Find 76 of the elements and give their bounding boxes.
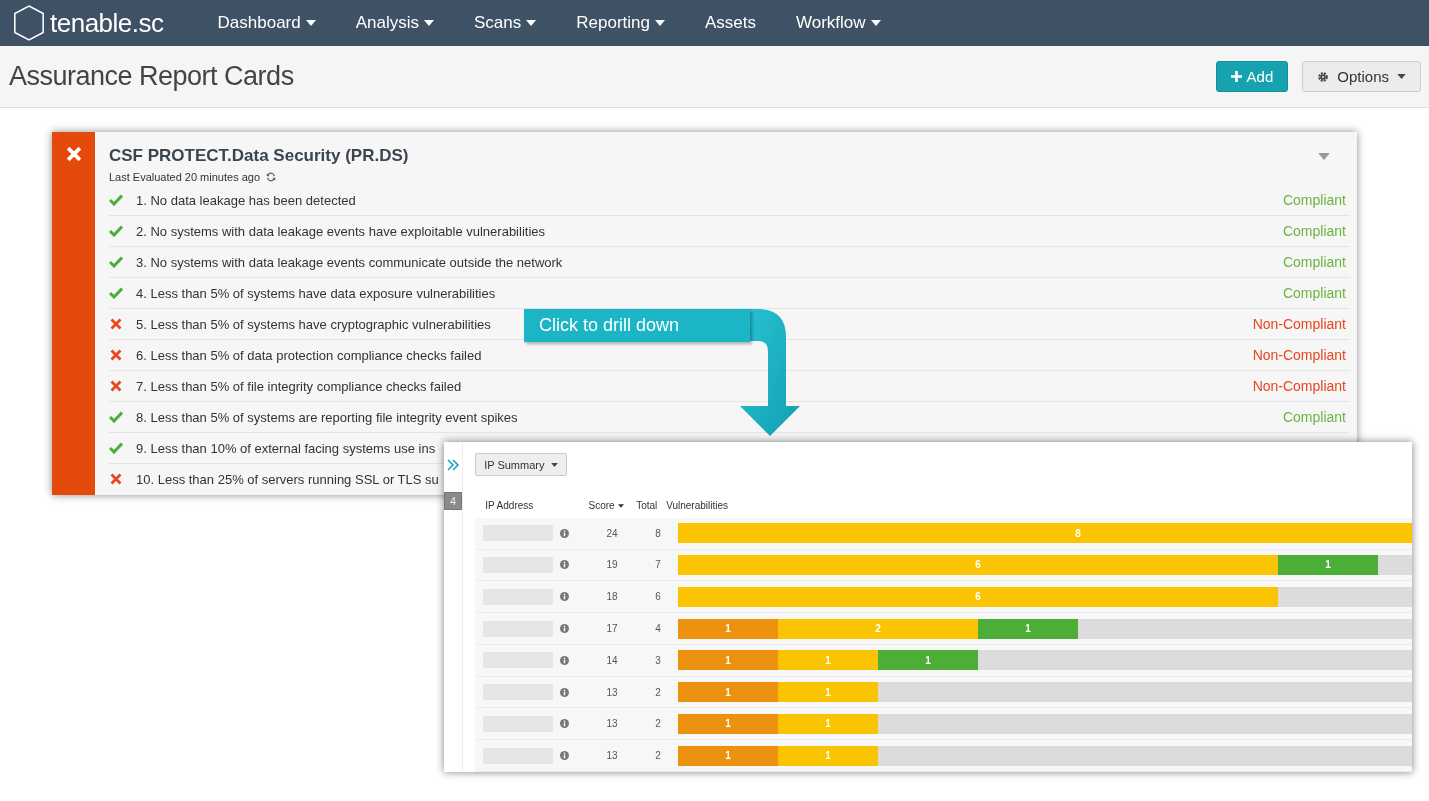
card-title: CSF PROTECT.Data Security (PR.DS) xyxy=(109,146,409,166)
score-cell-text: 13 xyxy=(605,750,619,762)
callout-label: Click to drill down xyxy=(524,309,750,342)
criterion-text[interactable]: 9. Less than 10% of external facing systems use ins xyxy=(136,440,436,456)
column-header[interactable]: Score xyxy=(576,500,637,512)
total-cell-text: 3 xyxy=(654,654,662,666)
compliance-status: Compliant xyxy=(1282,285,1346,301)
double-chevron-icon[interactable] xyxy=(446,458,461,472)
criterion-text[interactable]: 2. No systems with data leakage events have exploitable vulnerabilities xyxy=(136,223,545,239)
total-cell-text: 8 xyxy=(654,527,662,539)
total-cell-text: 2 xyxy=(654,686,662,698)
column-header[interactable]: Total xyxy=(636,500,657,512)
info-icon[interactable] xyxy=(560,592,570,602)
compliance-status: Compliant xyxy=(1282,223,1346,239)
compliance-status: Non-Compliant xyxy=(1252,316,1346,332)
criterion-text[interactable]: 5. Less than 5% of systems have cryptographic vulnerabilities xyxy=(136,316,491,332)
info-icon[interactable] xyxy=(560,751,570,761)
total-cell-text: 6 xyxy=(654,591,662,603)
caret-icon xyxy=(655,20,665,26)
criterion-text[interactable]: 7. Less than 5% of file integrity compliance checks failed xyxy=(136,378,462,394)
info-icon[interactable] xyxy=(560,687,570,697)
caret-icon[interactable] xyxy=(1318,152,1330,160)
caret-icon xyxy=(526,20,537,26)
total-cell-text: 7 xyxy=(654,559,662,571)
page-title: Assurance Report Cards xyxy=(9,61,294,92)
nav-menu-item[interactable]: Analysis xyxy=(335,13,454,33)
compliance-status: Compliant xyxy=(1282,192,1346,208)
info-icon[interactable] xyxy=(560,528,570,538)
compliance-status: Compliant xyxy=(1282,254,1346,270)
criterion-text[interactable]: 4. Less than 5% of systems have data exposure vulnerabilities xyxy=(136,285,496,301)
close-icon xyxy=(66,147,81,161)
total-cell-text: 2 xyxy=(654,750,662,762)
nav-menu-item[interactable]: Reporting xyxy=(556,13,685,33)
caret-icon xyxy=(424,20,434,26)
criterion-text[interactable]: 1. No data leakage has been detected xyxy=(136,192,356,208)
score-cell-text: 19 xyxy=(605,559,619,571)
score-cell-text: 24 xyxy=(605,527,619,539)
refresh-icon[interactable] xyxy=(266,172,277,182)
compliance-status: Non-Compliant xyxy=(1252,378,1346,394)
column-header[interactable]: IP Address xyxy=(475,500,577,512)
curved-arrow-icon xyxy=(740,309,800,436)
caret-icon xyxy=(870,20,881,26)
caret-icon xyxy=(551,462,559,467)
criterion-text[interactable]: 3. No systems with data leakage events communicate outside the network xyxy=(136,254,563,270)
score-cell-text: 13 xyxy=(605,718,619,730)
logo-text[interactable]: tenable.sc xyxy=(50,7,164,39)
compliance-status: Compliant xyxy=(1282,409,1346,425)
total-cell-text: 4 xyxy=(654,623,662,635)
score-cell-text: 14 xyxy=(605,654,619,666)
nav-menu-item[interactable]: Workflow xyxy=(776,13,901,33)
info-icon[interactable] xyxy=(560,624,570,634)
nav-menu-item[interactable]: Scans xyxy=(454,13,557,33)
count-badge: 4 xyxy=(444,492,463,510)
nav-menu-item[interactable]: Assets xyxy=(685,13,776,33)
options-button[interactable]: Options xyxy=(1302,61,1421,92)
tool-dropdown[interactable]: IP Summary xyxy=(475,453,568,477)
info-icon[interactable] xyxy=(560,719,570,729)
hexagon-logo-icon[interactable] xyxy=(12,4,46,42)
score-cell-text: 18 xyxy=(605,591,619,603)
caret-icon xyxy=(305,20,316,26)
info-icon[interactable] xyxy=(560,655,570,665)
compliance-status: Non-Compliant xyxy=(1252,347,1346,363)
total-cell-text: 2 xyxy=(654,718,662,730)
info-icon[interactable] xyxy=(560,560,570,570)
column-header[interactable]: Vulnerabilities xyxy=(656,500,728,512)
score-cell-text: 13 xyxy=(605,686,619,698)
nav-menu-item[interactable]: Dashboard xyxy=(197,13,336,33)
plus-icon xyxy=(1230,71,1242,82)
last-evaluated-text: Last Evaluated 20 minutes ago xyxy=(109,171,261,183)
criterion-text[interactable]: 10. Less than 25% of servers running SSL or TLS su xyxy=(136,471,439,487)
settings-icon xyxy=(1317,70,1330,83)
caret-icon xyxy=(1397,74,1406,79)
score-cell-text: 17 xyxy=(605,623,619,635)
sort-caret-icon xyxy=(617,503,624,508)
criterion-text[interactable]: 8. Less than 5% of systems are reporting file integrity event spikes xyxy=(136,409,518,425)
criterion-text[interactable]: 6. Less than 5% of data protection compliance checks failed xyxy=(136,347,482,363)
